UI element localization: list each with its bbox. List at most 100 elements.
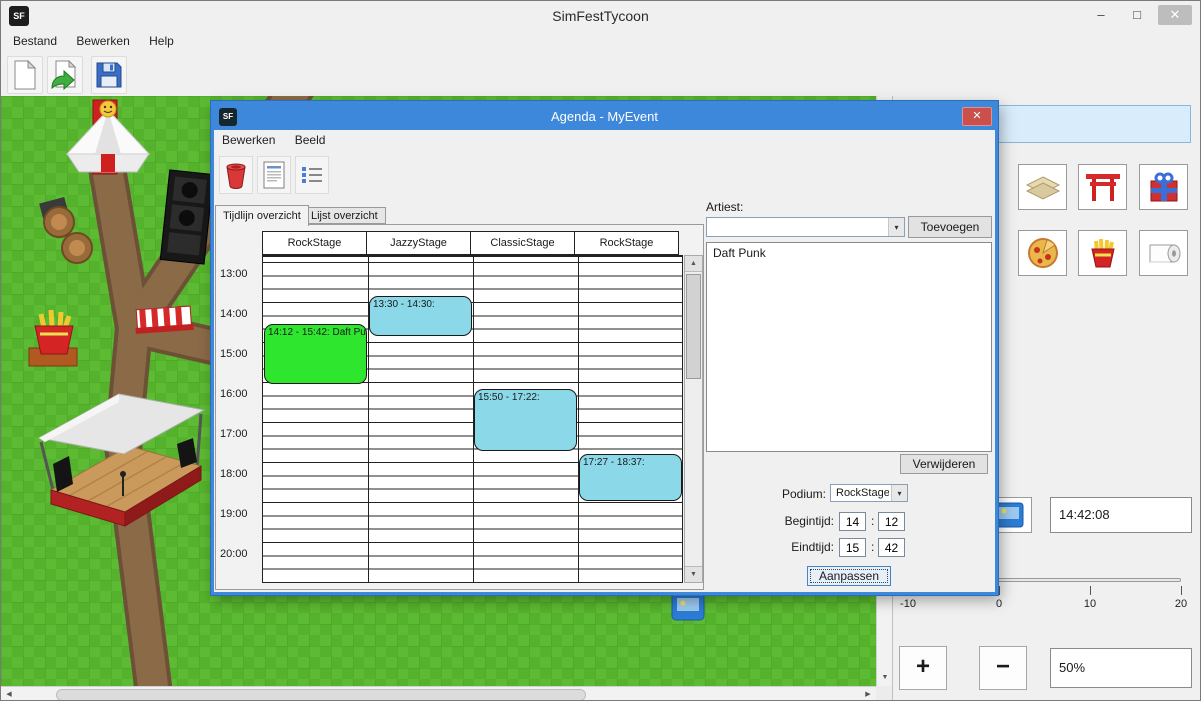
stage-column-header: JazzyStage (366, 231, 471, 255)
remove-artist-button[interactable]: Verwijderen (900, 454, 988, 474)
timeline-event-label: 14:12 - 15:42: Daft Punk (265, 325, 366, 340)
timeline-scroll-up-icon[interactable]: ▲ (685, 256, 702, 272)
agenda-dialog: SF Agenda - MyEvent ✕ Bewerken Beeld (211, 101, 998, 595)
timeline-scroll-down-icon[interactable]: ▼ (685, 566, 702, 582)
fries-icon (1084, 235, 1122, 271)
time-label: 19:00 (220, 508, 248, 520)
zoom-out-button[interactable]: − (979, 646, 1027, 690)
time-label: 14:00 (220, 308, 248, 320)
minimize-button[interactable]: – (1086, 5, 1116, 25)
end-hour-input[interactable] (839, 538, 866, 557)
open-file-icon (50, 60, 80, 90)
tab-tijdlijn-overzicht[interactable]: Tijdlijn overzicht (215, 205, 309, 226)
tab-lijst-overzicht[interactable]: Lijst overzicht (303, 207, 386, 224)
overview-tool-button[interactable] (257, 156, 291, 194)
begin-minute-input[interactable] (878, 512, 905, 531)
new-file-button[interactable] (7, 56, 43, 94)
timeline-event[interactable]: 14:12 - 15:42: Daft Punk (264, 324, 367, 384)
scroll-left-icon[interactable]: ◀ (1, 687, 17, 701)
time-label: 17:00 (220, 428, 248, 440)
dialog-titlebar[interactable]: SF Agenda - MyEvent ✕ (214, 104, 995, 130)
remove-tool-button[interactable] (219, 156, 253, 194)
dialog-menu-bar: Bewerken Beeld (214, 130, 995, 150)
time-label: 20:00 (220, 548, 248, 560)
chevron-down-icon[interactable]: ▾ (891, 485, 907, 501)
time-separator: : (871, 514, 874, 528)
timeline-scroll-thumb[interactable] (686, 274, 701, 379)
slider-tick (1181, 586, 1182, 595)
floor-tile-icon (1023, 169, 1063, 205)
window-titlebar[interactable]: SF SimFestTycoon – □ ✕ (1, 1, 1200, 31)
speaker-tower[interactable] (160, 170, 213, 264)
scrollbar-corner (876, 686, 892, 701)
dialog-menu-bewerken[interactable]: Bewerken (214, 130, 283, 150)
dialog-close-button[interactable]: ✕ (962, 107, 992, 126)
timeline-event[interactable]: 15:50 - 17:22: (474, 389, 577, 450)
apply-button[interactable]: Aanpassen (807, 566, 891, 586)
list-tool-button[interactable] (295, 156, 329, 194)
dialog-body: Bewerken Beeld (214, 130, 995, 592)
shop-item-torii-gate[interactable] (1078, 164, 1127, 210)
timeline-event-label: 17:27 - 18:37: (580, 455, 681, 470)
menu-bewerken[interactable]: Bewerken (68, 31, 137, 51)
stage-column-header: RockStage (262, 231, 367, 255)
map-hscroll-thumb[interactable] (56, 689, 586, 701)
close-button[interactable]: ✕ (1158, 5, 1192, 25)
map-photo-icon[interactable] (672, 593, 704, 620)
shop-item-pizza[interactable] (1018, 230, 1067, 276)
slider-tick-label: 20 (1166, 598, 1196, 610)
open-file-button[interactable] (47, 56, 83, 94)
column-divider (578, 256, 579, 582)
time-separator: : (871, 540, 874, 554)
scroll-right-icon[interactable]: ▶ (860, 687, 876, 701)
menu-bar: Bestand Bewerken Help (1, 31, 1200, 53)
slider-tick-label: 10 (1075, 598, 1105, 610)
shop-item-gift[interactable] (1139, 164, 1188, 210)
artist-select[interactable]: ▾ (706, 217, 905, 237)
shop-item-fries[interactable] (1078, 230, 1127, 276)
podium-select[interactable]: RockStage ▾ (830, 484, 908, 502)
artist-select-value (712, 218, 886, 236)
timeline-event[interactable]: 17:27 - 18:37: (579, 454, 682, 501)
dialog-title: Agenda - MyEvent (214, 104, 995, 130)
artist-list-item[interactable]: Daft Punk (707, 243, 991, 263)
trash-icon (224, 161, 248, 189)
window-controls: – □ ✕ (1086, 5, 1192, 25)
app-window: SF SimFestTycoon – □ ✕ Bestand Bewerken … (0, 0, 1201, 701)
timeline-event[interactable]: 13:30 - 14:30: (369, 296, 472, 336)
slider-tick-label: -10 (893, 598, 923, 610)
time-label: 13:00 (220, 268, 248, 280)
map-horizontal-scrollbar[interactable]: ◀ ▶ (1, 686, 876, 701)
artist-label: Artiest: (706, 200, 743, 214)
dialog-menu-beeld[interactable]: Beeld (287, 130, 334, 150)
list-icon (300, 164, 324, 186)
clock-display: 14:42:08 (1050, 497, 1192, 533)
window-title: SimFestTycoon (1, 1, 1200, 31)
save-file-button[interactable] (91, 56, 127, 94)
menu-help[interactable]: Help (141, 31, 182, 51)
begin-hour-input[interactable] (839, 512, 866, 531)
new-file-icon (13, 60, 37, 90)
artist-list[interactable]: Daft Punk (706, 242, 992, 452)
zoom-in-button[interactable]: + (899, 646, 947, 690)
maximize-button[interactable]: □ (1122, 5, 1152, 25)
toilet-paper-icon (1144, 235, 1184, 271)
gift-icon (1145, 169, 1183, 205)
slider-tick (1090, 586, 1091, 595)
add-artist-button[interactable]: Toevoegen (908, 216, 992, 238)
timeline-grid[interactable]: 14:12 - 15:42: Daft Punk13:30 - 14:30: 15… (262, 255, 683, 583)
scroll-down-icon[interactable]: ▼ (877, 670, 893, 686)
timeline-header-row: RockStageJazzyStageClassicStageRockStage (262, 231, 679, 255)
striped-stand[interactable] (134, 306, 194, 334)
timeline-scrollbar[interactable]: ▲ ▼ (684, 255, 703, 583)
stage-column-header: ClassicStage (470, 231, 575, 255)
zoom-level-field[interactable]: 50% (1050, 648, 1192, 688)
slider-tick (999, 586, 1000, 595)
end-minute-input[interactable] (878, 538, 905, 557)
chevron-down-icon[interactable]: ▾ (888, 218, 904, 236)
time-label: 15:00 (220, 348, 248, 360)
slider-tick-label: 0 (984, 598, 1014, 610)
shop-item-floor-tile[interactable] (1018, 164, 1067, 210)
menu-bestand[interactable]: Bestand (5, 31, 65, 51)
shop-item-toilet-paper[interactable] (1139, 230, 1188, 276)
